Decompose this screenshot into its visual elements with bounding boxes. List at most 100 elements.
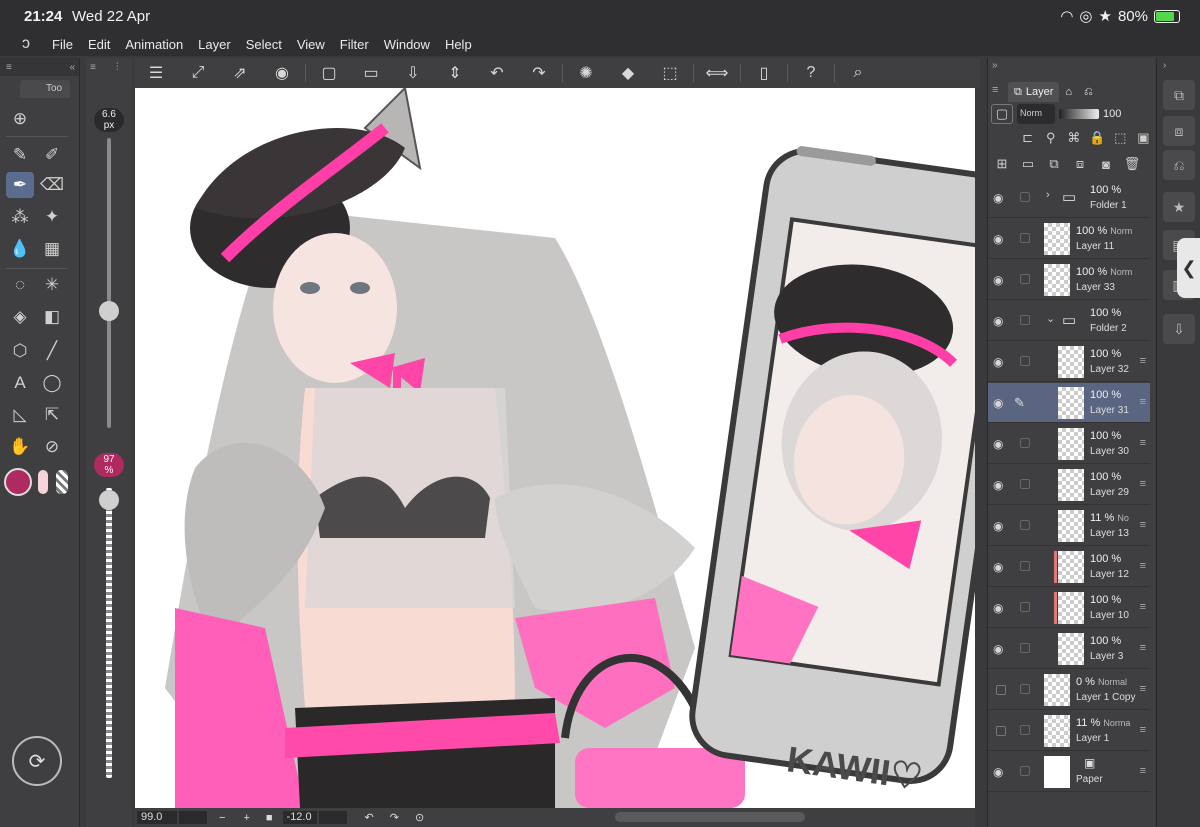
record-icon[interactable]: ◉ <box>261 58 303 88</box>
layer-checkbox[interactable] <box>1020 438 1030 448</box>
sub-color-swatch[interactable] <box>38 470 48 494</box>
layer-checkbox[interactable] <box>1020 192 1030 202</box>
layer-row[interactable]: ◉ 100 % Layer 3 ≡ <box>988 629 1150 669</box>
rotation-slider[interactable] <box>318 811 347 824</box>
help-icon[interactable]: ? <box>790 58 832 88</box>
fill-bucket-icon[interactable]: ◈ <box>6 304 34 330</box>
transparent-color-swatch[interactable] <box>56 470 68 494</box>
export-icon[interactable]: ⇗ <box>219 58 261 88</box>
eye-icon[interactable]: ◉ <box>993 232 1007 246</box>
brush-size-knob[interactable] <box>99 301 119 321</box>
eraser-icon[interactable]: ⌫ <box>38 172 66 198</box>
layer-checkbox[interactable] <box>1020 561 1030 571</box>
layer-checkbox[interactable] <box>1020 520 1030 530</box>
layer-row[interactable]: ◉ 100 % Layer 29 ≡ <box>988 465 1150 505</box>
hand-icon[interactable]: ✋ <box>6 434 34 460</box>
layer-checkbox[interactable] <box>1020 602 1030 612</box>
new-folder-icon[interactable]: ▭ <box>1017 154 1039 174</box>
new-raster-layer-icon[interactable]: ⊞ <box>991 154 1013 174</box>
eye-icon[interactable]: ◉ <box>993 191 1007 205</box>
zoom-in-icon[interactable]: + <box>243 812 249 824</box>
layer-checkbox[interactable] <box>1020 643 1030 653</box>
chevron-down-icon[interactable]: ⌄ <box>1046 312 1055 325</box>
layers-palette-icon[interactable]: ⧉ <box>1163 80 1195 110</box>
magic-wand-icon[interactable]: ✳ <box>38 272 66 298</box>
rotate-right-icon[interactable]: ↷ <box>390 811 399 824</box>
menu-layer[interactable]: Layer <box>198 37 231 52</box>
layer-row[interactable]: 11 % Norma Layer 1 ≡ <box>988 711 1150 751</box>
layer-row[interactable]: ◉ 100 % Layer 32 ≡ <box>988 342 1150 382</box>
menu-icon[interactable]: ≡ <box>992 84 998 96</box>
visibility-toggle[interactable] <box>996 726 1006 736</box>
layer-opacity-value[interactable]: 100 <box>1103 108 1121 120</box>
save-icon[interactable]: ⇩ <box>392 58 434 88</box>
rotation-field[interactable]: -12.0 <box>282 811 317 824</box>
grid-icon[interactable]: ▦ <box>38 236 66 262</box>
layer-property-palette-icon[interactable]: ⧈ <box>1163 116 1195 146</box>
layer-menu-icon[interactable]: ≡ <box>1140 478 1146 490</box>
zoom-out-icon[interactable]: − <box>219 812 225 824</box>
add-mask-icon[interactable]: ◙ <box>1095 154 1117 174</box>
airbrush-icon[interactable]: ⁂ <box>6 204 34 230</box>
eye-icon[interactable]: ◉ <box>993 437 1007 451</box>
device-icon[interactable]: ▯ <box>743 58 785 88</box>
layer-row[interactable]: 0 % Normal Layer 1 Copy ≡ <box>988 670 1150 710</box>
layer-row[interactable]: ◉ › ▭ 100 % Folder 1 <box>988 178 1150 218</box>
menu-icon[interactable]: ≡ <box>90 62 96 73</box>
layer-row[interactable]: ◉ 100 % Layer 12 ≡ <box>988 547 1150 587</box>
line-icon[interactable]: ╱ <box>38 338 66 364</box>
layer-menu-icon[interactable]: ≡ <box>1140 765 1146 777</box>
tab-tool[interactable]: Too <box>20 80 70 98</box>
chevron-updown-icon[interactable]: ⇕ <box>434 58 476 88</box>
layer-menu-icon[interactable]: ≡ <box>1140 355 1146 367</box>
merge-down-icon[interactable]: ⧈ <box>1069 154 1091 174</box>
draft-icon[interactable]: ⌘ <box>1064 128 1083 148</box>
eye-icon[interactable]: ◉ <box>993 355 1007 369</box>
main-color-swatch[interactable] <box>4 468 32 496</box>
mask-icon[interactable]: ▣ <box>1134 128 1153 148</box>
layer-row[interactable]: ◉ ⌄ ▭ 100 % Folder 2 <box>988 301 1150 341</box>
gradient-icon[interactable]: ◧ <box>38 304 66 330</box>
tab-layer[interactable]: ⧉ Layer <box>1008 82 1060 102</box>
pen-icon[interactable]: ✎ <box>6 142 34 168</box>
layer-menu-icon[interactable]: ≡ <box>1140 396 1146 408</box>
undo-icon[interactable]: ↶ <box>476 58 518 88</box>
layer-row[interactable]: ◉ 100 % Layer 10 ≡ <box>988 588 1150 628</box>
menu-icon[interactable]: ≡ <box>6 62 12 73</box>
open-folder-icon[interactable]: ▭ <box>350 58 392 88</box>
delete-layer-icon[interactable]: 🗑 <box>1121 154 1143 174</box>
object-select-icon[interactable]: ⇱ <box>38 402 66 428</box>
menu-file[interactable]: File <box>52 37 73 52</box>
layer-menu-icon[interactable]: ≡ <box>1140 519 1146 531</box>
eye-icon[interactable]: ◉ <box>993 396 1007 410</box>
brush-icon[interactable]: ✒ <box>6 172 34 198</box>
reset-view-icon[interactable]: ■ <box>266 812 273 824</box>
collapse-dock-icon[interactable]: › <box>1163 60 1166 71</box>
settings-icon[interactable]: ⫶ <box>116 62 119 73</box>
eye-icon[interactable]: ◉ <box>993 273 1007 287</box>
layer-checkbox[interactable] <box>1020 479 1030 489</box>
eye-icon[interactable]: ◉ <box>993 478 1007 492</box>
balloon-icon[interactable]: ◯ <box>38 370 66 396</box>
layer-row[interactable]: ◉ ✎ 100 % Layer 31 ≡ <box>988 383 1150 423</box>
layer-checkbox[interactable] <box>1020 356 1030 366</box>
redo-icon[interactable]: ↷ <box>518 58 560 88</box>
layer-row[interactable]: ◉ 100 % Norm Layer 11 <box>988 219 1150 259</box>
menu-view[interactable]: View <box>297 37 325 52</box>
reference-icon[interactable]: ⚲ <box>1041 128 1060 148</box>
text-icon[interactable]: A <box>6 370 34 396</box>
pencil-icon[interactable]: ✐ <box>38 142 66 168</box>
menu-filter[interactable]: Filter <box>340 37 369 52</box>
layer-type-icon[interactable]: ▢ <box>991 104 1013 124</box>
layer-menu-icon[interactable]: ≡ <box>1140 437 1146 449</box>
collapse-icon[interactable]: « <box>69 62 75 73</box>
history-palette-icon[interactable]: ⎌ <box>1163 150 1195 180</box>
copy-layer-icon[interactable]: ⧉ <box>1043 154 1065 174</box>
eye-icon[interactable]: ◉ <box>993 601 1007 615</box>
download-palette-icon[interactable]: ⇩ <box>1163 314 1195 344</box>
reset-rotation-icon[interactable]: ⊙ <box>415 811 424 824</box>
menu-animation[interactable]: Animation <box>125 37 183 52</box>
lock-transparency-icon[interactable]: ⬚ <box>1111 128 1130 148</box>
lock-icon[interactable]: 🔒 <box>1088 128 1107 148</box>
tab-history[interactable]: ⎌ <box>1078 82 1099 102</box>
